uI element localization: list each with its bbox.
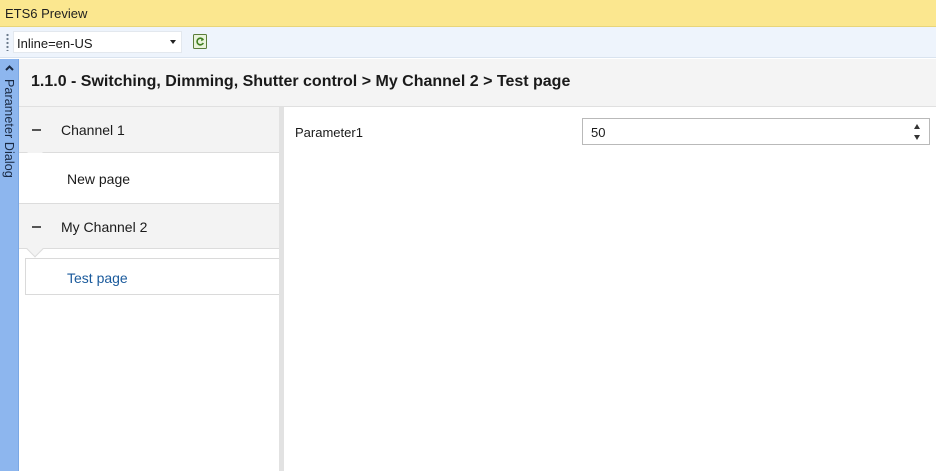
page-header: 1.1.0 - Switching, Dimming, Shutter cont…: [19, 59, 936, 107]
nav-page-test-page[interactable]: Test page: [25, 258, 284, 295]
language-dropdown[interactable]: Inline=en-US: [13, 31, 182, 53]
side-tab-label: Parameter Dialog: [2, 79, 16, 178]
parameter1-value: 50: [591, 125, 606, 140]
parameter1-number-input[interactable]: 50: [582, 118, 930, 145]
window-title: ETS6 Preview: [5, 6, 88, 21]
spin-up-icon[interactable]: [914, 124, 920, 129]
nav-group-my-channel-2[interactable]: My Channel 2: [19, 203, 279, 258]
parameter-dialog-side-tab[interactable]: Parameter Dialog: [0, 59, 19, 471]
nav-page-label: Test page: [67, 270, 128, 286]
parameter-content-area: Parameter1 50: [284, 107, 936, 471]
spin-down-icon[interactable]: [914, 135, 920, 140]
parameter1-label: Parameter1: [295, 125, 363, 140]
language-dropdown-value: Inline=en-US: [17, 36, 93, 51]
nav-group-channel-1[interactable]: Channel 1: [19, 107, 279, 162]
chevron-up-icon[interactable]: [4, 62, 15, 73]
nav-page-label: New page: [67, 171, 131, 187]
group-pointer-notch: [26, 240, 44, 258]
toolbar: Inline=en-US: [0, 27, 936, 58]
breadcrumb: 1.1.0 - Switching, Dimming, Shutter cont…: [31, 73, 571, 90]
chevron-down-icon[interactable]: [170, 40, 176, 44]
nav-group-label: My Channel 2: [61, 219, 148, 235]
nav-group-label: Channel 1: [61, 122, 125, 138]
collapse-minus-icon[interactable]: [32, 226, 41, 228]
nav-page-new-page[interactable]: New page: [19, 153, 279, 203]
channel-navigation: Channel 1 New page My Channel 2 Test pag…: [19, 107, 284, 471]
collapse-minus-icon[interactable]: [32, 129, 41, 131]
refresh-icon[interactable]: [192, 33, 208, 50]
window-title-bar: ETS6 Preview: [0, 0, 936, 27]
toolbar-grip-handle[interactable]: [6, 33, 9, 51]
